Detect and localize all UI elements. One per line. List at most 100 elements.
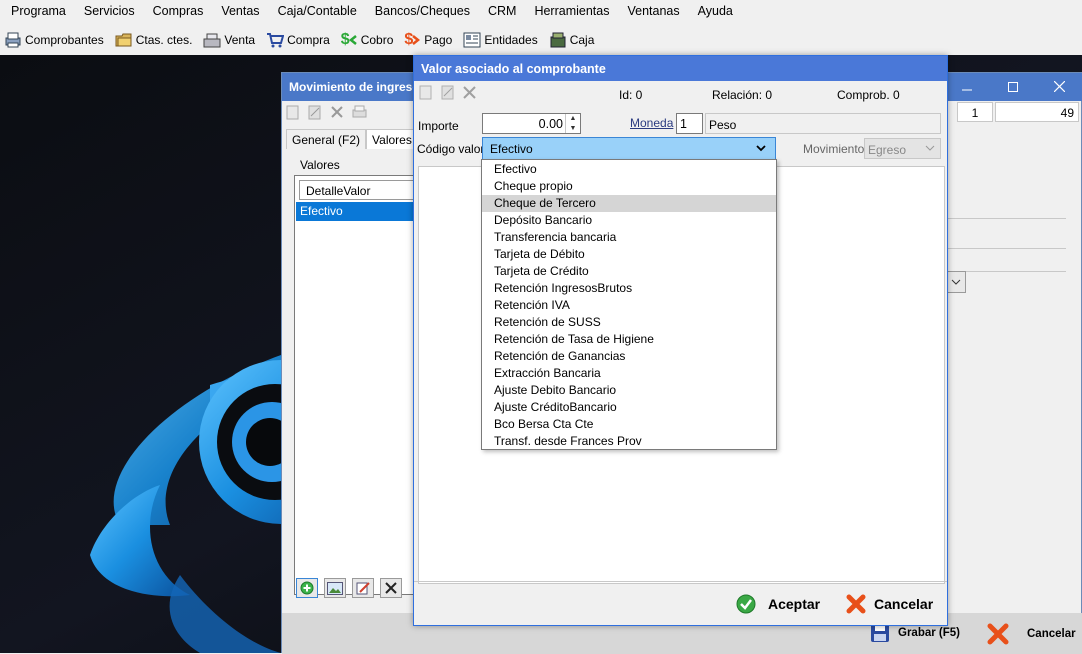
dropdown-option[interactable]: Retención de Ganancias (482, 348, 776, 365)
close-icon (1053, 80, 1065, 93)
add-circle-icon (300, 581, 314, 595)
aceptar-button[interactable]: Aceptar (736, 594, 820, 614)
save-disk-icon (871, 624, 889, 642)
menu-herramientas[interactable]: Herramientas (525, 0, 618, 22)
valores-group-label: Valores (298, 158, 342, 172)
valores-grid[interactable]: DetalleValor Efectivo (294, 175, 417, 595)
dropdown-option[interactable]: Bco Bersa Cta Cte (482, 416, 776, 433)
movimiento-field-1[interactable]: 1 (957, 102, 993, 122)
valores-group: DetalleValor Efectivo Valores (292, 158, 417, 595)
moneda-code-input[interactable]: 1 (676, 113, 703, 134)
grid-column-header[interactable]: DetalleValor (299, 180, 417, 200)
toolbar-label: Entidades (484, 33, 538, 47)
dropdown-option[interactable]: Cheque de Tercero (482, 195, 776, 212)
printer-icon (4, 32, 22, 48)
dropdown-option[interactable]: Transferencia bancaria (482, 229, 776, 246)
codigo-valor-dropdown: Efectivo Cheque propio Cheque de Tercero De… (481, 159, 777, 450)
dropdown-option[interactable]: Depósito Bancario (482, 212, 776, 229)
edit-document-icon[interactable] (308, 105, 322, 120)
dropdown-option[interactable]: Transf. desde Frances Prov (482, 433, 776, 450)
toolbar-compra-button[interactable]: Compra (266, 32, 330, 48)
menu-programa[interactable]: Programa (2, 0, 75, 22)
new-document-icon[interactable] (418, 85, 433, 100)
tab-general[interactable]: General (F2) (286, 129, 367, 149)
toolbar-cobro-button[interactable]: $ Cobro (341, 32, 394, 48)
relacion-text: Relación: 0 (712, 88, 773, 102)
valor-dialog-toolbar (418, 85, 477, 100)
chevron-down-icon (925, 145, 935, 151)
toolbar-label: Caja (569, 33, 595, 47)
print-icon[interactable] (352, 105, 367, 120)
edit-document-icon[interactable] (440, 85, 455, 100)
toolbar-pago-button[interactable]: $ Pago (404, 32, 452, 48)
dropdown-option[interactable]: Retención de SUSS (482, 314, 776, 331)
toolbar-comprobantes-button[interactable]: Comprobantes (4, 32, 104, 48)
moneda-name-field: Peso (705, 113, 941, 134)
menu-ventanas[interactable]: Ventanas (618, 0, 688, 22)
contacts-icon (463, 32, 481, 48)
grid-action-buttons (296, 578, 402, 598)
minimize-button[interactable] (944, 73, 990, 101)
menu-ayuda[interactable]: Ayuda (689, 0, 742, 22)
grabar-label: Grabar (F5) (898, 627, 960, 639)
close-window-button[interactable] (1036, 73, 1082, 101)
menu-caja-contable[interactable]: Caja/Contable (269, 0, 366, 22)
toolbar-label: Venta (224, 33, 256, 47)
toolbar-entidades-button[interactable]: Entidades (463, 32, 538, 48)
dropdown-option[interactable]: Tarjeta de Débito (482, 246, 776, 263)
dropdown-option[interactable]: Cheque propio (482, 178, 776, 195)
menu-crm[interactable]: CRM (479, 0, 525, 22)
codigo-valor-select[interactable]: Efectivo (482, 137, 776, 160)
toolbar-label: Comprobantes (25, 33, 104, 47)
id-text: Id: 0 (619, 88, 643, 102)
cancelar-button[interactable]: Cancelar (846, 594, 933, 614)
divider (946, 248, 1066, 249)
background-combo-arrow[interactable] (946, 271, 966, 293)
codigo-valor-selected: Efectivo (490, 142, 533, 156)
toolbar-ctas-ctes-button[interactable]: Ctas. ctes. (115, 32, 193, 48)
movimiento-select: Egreso (864, 138, 941, 159)
dropdown-option[interactable]: Retención IVA (482, 297, 776, 314)
importe-spinner[interactable]: ▲ ▼ (565, 114, 580, 133)
menu-ventas[interactable]: Ventas (212, 0, 268, 22)
shopping-cart-icon (266, 32, 285, 48)
spin-down-icon[interactable]: ▼ (566, 124, 580, 134)
menu-compras[interactable]: Compras (144, 0, 213, 22)
check-icon (736, 594, 756, 614)
menu-bancos-cheques[interactable]: Bancos/Cheques (366, 0, 479, 22)
movimiento-toolbar (286, 105, 367, 120)
spin-up-icon[interactable]: ▲ (566, 114, 580, 124)
menu-servicios[interactable]: Servicios (75, 0, 144, 22)
dollar-out-icon: $ (404, 32, 421, 48)
delete-x-icon (385, 582, 397, 594)
movimiento-field-2[interactable]: 49 (995, 102, 1079, 122)
maximize-button[interactable] (990, 73, 1036, 101)
image-button[interactable] (324, 578, 346, 598)
dropdown-option[interactable]: Extracción Bancaria (482, 365, 776, 382)
grabar-button[interactable]: Grabar (F5) (870, 623, 960, 643)
new-document-icon[interactable] (286, 105, 300, 120)
cancelar-background-button[interactable]: Cancelar (987, 623, 1076, 645)
dropdown-option[interactable]: Tarjeta de Crédito (482, 263, 776, 280)
toolbar-label: Ctas. ctes. (135, 33, 193, 47)
chevron-down-icon (951, 279, 961, 285)
moneda-link[interactable]: Moneda (630, 116, 673, 130)
table-row[interactable]: Efectivo (296, 202, 417, 221)
dropdown-option[interactable]: Retención IngresosBrutos (482, 280, 776, 297)
dropdown-option[interactable]: Ajuste Debito Bancario (482, 382, 776, 399)
comprob-text: Comprob. 0 (837, 88, 900, 102)
add-row-button[interactable] (296, 578, 318, 598)
delete-icon[interactable] (330, 105, 344, 120)
dropdown-option[interactable]: Retención de Tasa de Higiene (482, 331, 776, 348)
delete-row-button[interactable] (380, 578, 402, 598)
cash-register-icon (203, 32, 221, 48)
dropdown-option[interactable]: Ajuste CréditoBancario (482, 399, 776, 416)
edit-row-button[interactable] (352, 578, 374, 598)
toolbar-venta-button[interactable]: Venta (203, 32, 255, 48)
cancel-x-icon (846, 594, 866, 614)
toolbar-caja-button[interactable]: Caja (549, 32, 595, 48)
delete-icon[interactable] (462, 85, 477, 100)
importe-input[interactable]: 0.00 ▲ ▼ (482, 113, 581, 134)
dropdown-option[interactable]: Efectivo (482, 161, 776, 178)
folder-icon (115, 32, 133, 48)
